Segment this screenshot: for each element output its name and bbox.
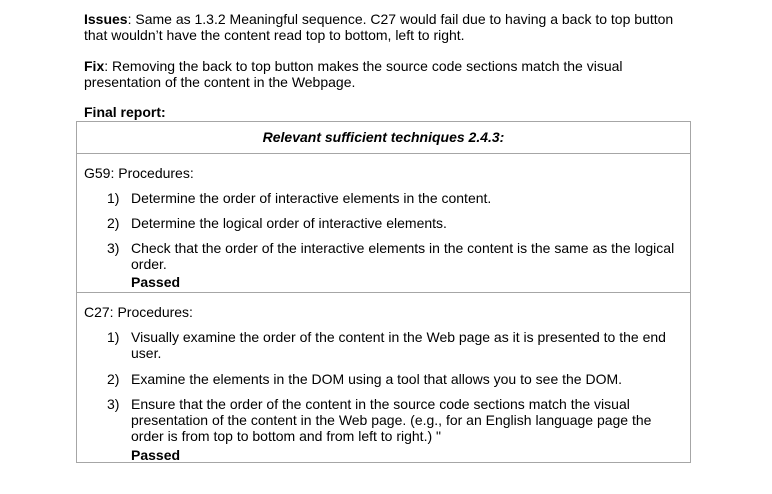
step-text: Visually examine the order of the conten… (131, 329, 666, 361)
step-number: 2) (107, 371, 120, 387)
c27-section: C27: Procedures: 1) Visually examine the… (77, 293, 690, 463)
section-title: C27: Procedures: (84, 304, 193, 320)
list-item: 3) Ensure that the order of the content … (107, 396, 677, 444)
fix-label: Fix (84, 58, 105, 74)
passed-label: Passed (131, 447, 181, 463)
passed-label: Passed (131, 274, 181, 290)
fix-paragraph: Fix: Removing the back to top button mak… (84, 58, 684, 90)
step-number: 2) (107, 215, 120, 231)
list-item: 1) Determine the order of interactive el… (107, 190, 677, 206)
table-header: Relevant sufficient techniques 2.4.3: (77, 122, 690, 154)
issues-text: : Same as 1.3.2 Meaningful sequence. C27… (84, 11, 674, 43)
list-item: 1) Visually examine the order of the con… (107, 329, 677, 361)
techniques-table: Relevant sufficient techniques 2.4.3: G5… (76, 121, 691, 463)
issues-label: Issues (84, 11, 128, 27)
step-number: 1) (107, 190, 120, 206)
step-text: Check that the order of the interactive … (131, 240, 675, 272)
final-report-label: Final report: (84, 104, 166, 120)
section-title: G59: Procedures: (84, 165, 194, 181)
g59-section: G59: Procedures: 1) Determine the order … (77, 153, 690, 293)
list-item: 2) Determine the logical order of intera… (107, 215, 677, 231)
step-text: Determine the order of interactive eleme… (131, 190, 492, 206)
step-text: Determine the logical order of interacti… (131, 215, 447, 231)
issues-paragraph: Issues: Same as 1.3.2 Meaningful sequenc… (84, 11, 684, 43)
step-number: 3) (107, 240, 120, 256)
step-number: 3) (107, 396, 120, 412)
step-text: Ensure that the order of the content in … (131, 396, 652, 444)
step-number: 1) (107, 329, 120, 345)
list-item: 2) Examine the elements in the DOM using… (107, 371, 677, 387)
fix-text: : Removing the back to top button makes … (84, 58, 623, 90)
list-item: 3) Check that the order of the interacti… (107, 240, 677, 272)
step-text: Examine the elements in the DOM using a … (131, 371, 623, 387)
